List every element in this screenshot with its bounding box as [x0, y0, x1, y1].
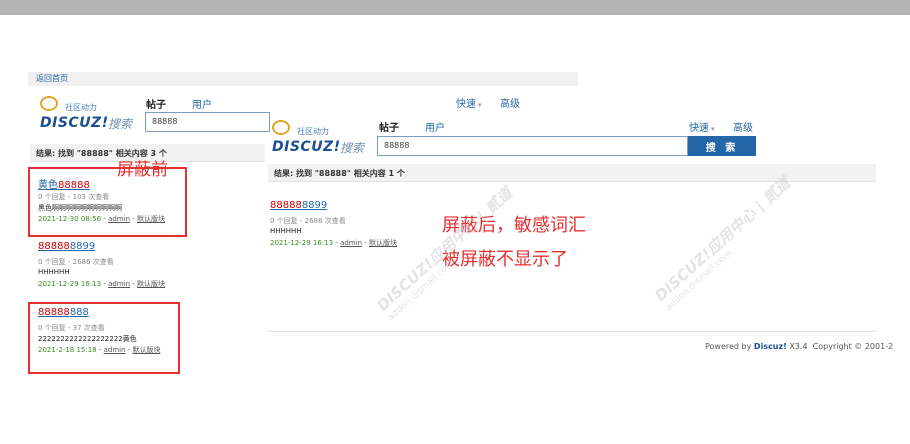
logo-search-text: 搜索: [108, 117, 133, 131]
author-link[interactable]: admin: [108, 280, 130, 288]
result-meta: 0 个回复 - 2686 次查看: [270, 217, 346, 225]
annotation-before: 屏蔽前: [117, 160, 168, 180]
logo-brand: DISCUZ!: [272, 139, 341, 155]
footer-divider: [268, 331, 876, 332]
bubble-icon: [272, 120, 290, 135]
board-link[interactable]: 默认版块: [369, 239, 397, 247]
result-item: 888888899 0 个回复 - 2686 次查看 HHHHHH 2021-1…: [38, 241, 165, 290]
result-info: 2021-12-29 16:13 - admin - 默认版块: [270, 239, 397, 247]
chevron-down-icon: ▾: [711, 125, 715, 133]
left-top-strip: 返回首页: [28, 72, 578, 86]
right-logo[interactable]: 社区动力 DISCUZ! 搜索: [272, 120, 372, 160]
result-meta: 0 个回复 - 2686 次查看: [38, 258, 114, 266]
logo-slogan: 社区动力: [297, 127, 329, 136]
footer-brand-link[interactable]: Discuz!: [754, 342, 787, 351]
footer: Powered by Discuz! X3.4 Copyright © 2001…: [705, 342, 894, 351]
tab-posts[interactable]: 帖子: [146, 96, 166, 111]
result-info: 2021-12-29 16:13 - admin - 默认版块: [38, 280, 165, 288]
quick-search-link[interactable]: 快速 ▾: [689, 119, 715, 134]
left-logo[interactable]: 社区动力 DISCUZ! 搜索: [40, 96, 140, 136]
author-link[interactable]: admin: [340, 239, 362, 247]
annotation-box: [28, 302, 180, 374]
result-content: HHHHHH: [270, 227, 302, 235]
result-title-link[interactable]: 888888899: [38, 241, 165, 255]
advanced-search-link[interactable]: 高级: [500, 95, 520, 110]
quick-search-link[interactable]: 快速 ▾: [456, 95, 482, 110]
logo-slogan: 社区动力: [65, 103, 97, 112]
logo-search-text: 搜索: [340, 141, 365, 155]
advanced-search-link[interactable]: 高级: [733, 119, 753, 134]
top-gray-bar: [0, 0, 910, 15]
result-title-link[interactable]: 888888899: [270, 200, 397, 214]
bubble-icon: [40, 96, 58, 111]
chevron-down-icon: ▾: [478, 101, 482, 109]
watermark: DISCUZ!应用中心 | 贰道 addon.dismall.com: [651, 173, 794, 314]
tab-posts[interactable]: 帖子: [379, 119, 399, 134]
home-link[interactable]: 返回首页: [36, 73, 68, 84]
result-content: HHHHHH: [38, 268, 70, 276]
search-button[interactable]: 搜 索: [688, 136, 756, 156]
tab-users[interactable]: 用户: [192, 96, 212, 111]
tab-users[interactable]: 用户: [425, 119, 445, 134]
logo-brand: DISCUZ!: [40, 115, 109, 131]
result-item: 888888899 0 个回复 - 2686 次查看 HHHHHH 2021-1…: [270, 200, 397, 249]
search-input[interactable]: 88888: [145, 112, 270, 132]
board-link[interactable]: 默认版块: [137, 280, 165, 288]
search-input[interactable]: 88888: [377, 136, 688, 156]
